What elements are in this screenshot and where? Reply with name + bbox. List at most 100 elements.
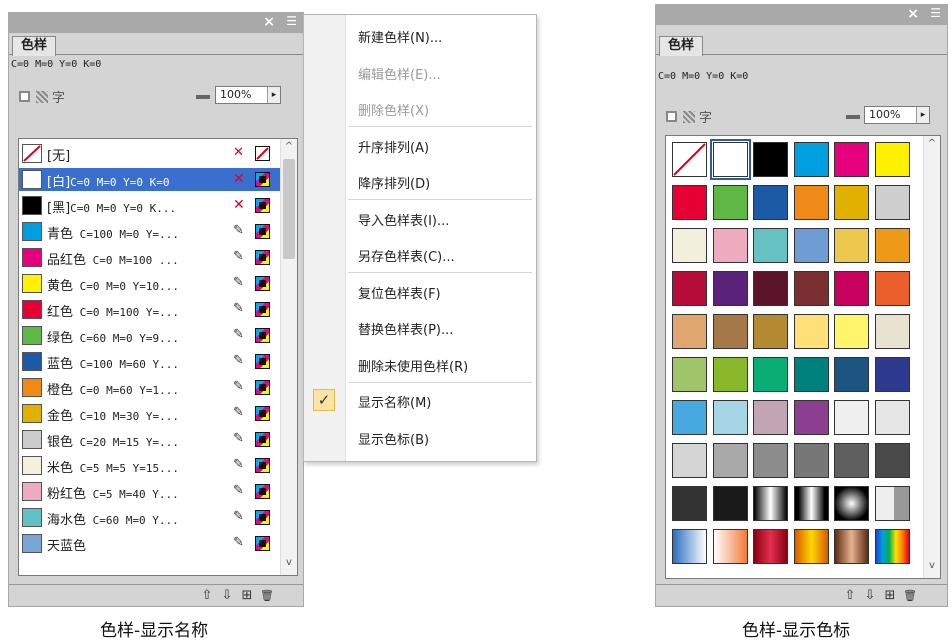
swatch-cell[interactable] <box>793 228 829 263</box>
swatch-cell[interactable] <box>712 443 748 478</box>
swatch-cell[interactable] <box>793 142 829 177</box>
swatch-cell[interactable] <box>793 400 829 435</box>
swatch-row[interactable]: 绿色 C=60 M=0 Y=9... ✎ <box>19 324 281 347</box>
scroll-thumb[interactable] <box>283 159 295 259</box>
swatch-cell[interactable] <box>793 357 829 392</box>
swatch-cell[interactable] <box>834 443 869 478</box>
grid-scrollbar[interactable]: ^ v <box>923 136 940 578</box>
trash-icon[interactable]: 🗑 <box>902 587 918 604</box>
close-icon[interactable]: × <box>907 6 921 22</box>
text-color-icon[interactable]: 字 <box>699 107 712 126</box>
swatch-cell[interactable] <box>753 443 788 478</box>
scroll-down-icon[interactable]: v <box>281 557 297 573</box>
tab-swatches[interactable]: 色样 <box>12 36 57 56</box>
swatch-cell[interactable] <box>793 271 829 306</box>
swatch-cell[interactable] <box>834 400 869 435</box>
swatch-cell[interactable] <box>793 486 829 521</box>
swatch-cell[interactable] <box>874 357 910 392</box>
scroll-up-icon[interactable]: ^ <box>924 138 940 154</box>
swatch-cell[interactable] <box>874 271 910 306</box>
swatch-grid[interactable]: ^ v <box>665 135 941 579</box>
list-scrollbar[interactable]: ^ v <box>280 139 297 575</box>
swatch-cell[interactable] <box>793 185 829 220</box>
swatch-cell[interactable] <box>834 271 869 306</box>
chevron-right-icon[interactable]: ▸ <box>916 107 929 123</box>
swatch-cell[interactable] <box>672 228 707 263</box>
swatch-cell[interactable] <box>672 529 707 564</box>
swatch-cell[interactable] <box>672 443 707 478</box>
menu-item[interactable]: 降序排列(D) <box>358 173 430 192</box>
swatch-cell[interactable] <box>753 357 788 392</box>
swatch-cell[interactable] <box>672 357 707 392</box>
swatch-row[interactable]: [无] ✕ <box>19 142 281 165</box>
swatch-cell[interactable] <box>834 142 869 177</box>
swatch-cell[interactable] <box>712 400 748 435</box>
swatch-cell[interactable] <box>672 400 707 435</box>
swatch-row[interactable]: 红色 C=0 M=100 Y=... ✎ <box>19 298 281 321</box>
stroke-icon[interactable] <box>36 91 48 103</box>
stroke-icon[interactable] <box>683 111 695 123</box>
swatch-cell[interactable] <box>712 271 748 306</box>
menu-item[interactable]: 升序排列(A) <box>358 137 429 156</box>
swatch-cell[interactable] <box>874 529 910 564</box>
swatch-cell[interactable] <box>874 142 910 177</box>
menu-item[interactable]: 删除未使用色样(R) <box>358 356 468 375</box>
swatch-row[interactable]: 黄色 C=0 M=0 Y=10... ✎ <box>19 272 281 295</box>
swatch-cell[interactable] <box>874 400 910 435</box>
swatch-cell[interactable] <box>753 400 788 435</box>
swatch-row[interactable]: 海水色 C=60 M=0 Y... ✎ <box>19 506 281 529</box>
text-color-icon[interactable]: 字 <box>52 87 65 106</box>
swatch-cell[interactable] <box>672 314 707 349</box>
fill-stroke-icon[interactable] <box>666 111 677 122</box>
swatch-cell[interactable] <box>709 139 751 180</box>
panel-menu-icon[interactable]: ☰ <box>286 14 299 28</box>
swatch-cell[interactable] <box>793 443 829 478</box>
arrow-down-icon[interactable]: ⇩ <box>862 587 878 604</box>
menu-item[interactable]: 显示名称(M) <box>358 392 431 411</box>
menu-item[interactable]: 替换色样表(P)... <box>358 319 453 338</box>
swatch-cell[interactable] <box>672 271 707 306</box>
arrow-up-icon[interactable]: ⇧ <box>199 587 215 604</box>
arrow-down-icon[interactable]: ⇩ <box>219 587 235 604</box>
swatch-list[interactable]: 天蓝色 ✎ 海水色 C=60 M=0 Y... ✎ 粉红色 C=5 M=40 Y... ✎… <box>18 138 298 576</box>
tint-input[interactable]: 100% ▸ <box>215 86 281 104</box>
menu-item[interactable]: 新建色样(N)... <box>358 27 442 46</box>
swatch-cell[interactable] <box>712 529 748 564</box>
swatch-cell[interactable] <box>834 529 869 564</box>
swatch-cell[interactable] <box>672 185 707 220</box>
swatch-row[interactable]: [黑]C=0 M=0 Y=0 K... ✕ <box>19 194 281 217</box>
swatch-cell[interactable] <box>834 486 869 521</box>
swatch-cell[interactable] <box>753 486 788 521</box>
swatch-cell[interactable] <box>874 228 910 263</box>
swatch-cell[interactable] <box>874 443 910 478</box>
swatch-cell[interactable] <box>874 314 910 349</box>
swatch-cell[interactable] <box>712 357 748 392</box>
swatch-cell[interactable] <box>672 486 707 521</box>
arrow-up-icon[interactable]: ⇧ <box>842 587 858 604</box>
swatch-row[interactable]: 金色 C=10 M=30 Y=... ✎ <box>19 402 281 425</box>
swatch-row[interactable]: 粉红色 C=5 M=40 Y... ✎ <box>19 480 281 503</box>
swatch-cell[interactable] <box>874 486 910 521</box>
swatch-cell[interactable] <box>712 486 748 521</box>
new-swatch-icon[interactable]: ⊞ <box>239 587 255 604</box>
menu-item[interactable]: 显示色标(B) <box>358 429 429 448</box>
swatch-row[interactable]: 天蓝色 ✎ <box>19 532 281 555</box>
swatch-cell[interactable] <box>834 185 869 220</box>
swatch-cell[interactable] <box>874 185 910 220</box>
swatch-cell[interactable] <box>753 314 788 349</box>
swatch-cell[interactable] <box>834 357 869 392</box>
swatch-cell[interactable] <box>753 529 788 564</box>
menu-item[interactable]: 复位色样表(F) <box>358 283 441 302</box>
panel-menu-icon[interactable]: ☰ <box>930 6 943 20</box>
tint-input[interactable]: 100% ▸ <box>864 106 930 124</box>
swatch-row[interactable]: 银色 C=20 M=15 Y=... ✎ <box>19 428 281 451</box>
swatch-row[interactable]: 品红色 C=0 M=100 ... ✎ <box>19 246 281 269</box>
swatch-cell[interactable] <box>834 228 869 263</box>
swatch-cell[interactable] <box>753 228 788 263</box>
swatch-cell[interactable] <box>712 228 748 263</box>
swatch-cell[interactable] <box>712 185 748 220</box>
new-swatch-icon[interactable]: ⊞ <box>882 587 898 604</box>
close-icon[interactable]: × <box>263 14 277 30</box>
swatch-row[interactable]: 蓝色 C=100 M=60 Y... ✎ <box>19 350 281 373</box>
swatch-cell[interactable] <box>793 314 829 349</box>
